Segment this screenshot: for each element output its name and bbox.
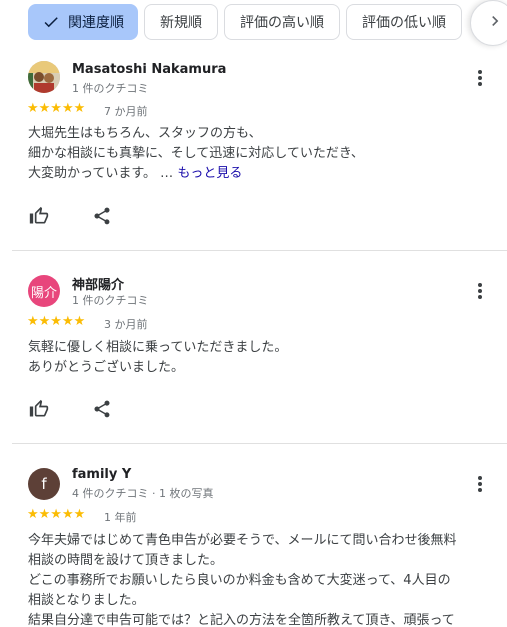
review-text: 今年夫婦ではじめて青色申告が必要そうで、メールにて問い合わせ後無料 相談の時間を… bbox=[28, 531, 498, 627]
review-count: 1 件のクチコミ bbox=[72, 82, 149, 95]
read-more-link[interactable]: もっと見る bbox=[177, 166, 242, 181]
avatar[interactable]: 陽介 bbox=[28, 275, 60, 307]
review-author[interactable]: Masatoshi Nakamura bbox=[72, 62, 226, 77]
review-line: 相談となりました。 bbox=[28, 593, 145, 608]
chevron-right-icon bbox=[485, 11, 505, 35]
chips-next-button[interactable] bbox=[470, 0, 507, 46]
review-line: 細かな相談にも真摯に、そして迅速に対応していただき、 bbox=[28, 146, 364, 161]
star-rating: ★★★★★ bbox=[27, 314, 86, 329]
sort-chip-label: 評価の高い順 bbox=[240, 15, 324, 31]
sort-chip-highest-rating[interactable]: 評価の高い順 bbox=[224, 4, 340, 40]
avatar-initials: 陽介 bbox=[30, 285, 57, 301]
thumbs-up-icon bbox=[29, 206, 49, 230]
review-author[interactable]: 神部陽介 bbox=[72, 274, 124, 293]
review-line: ありがとうございました。 bbox=[28, 360, 185, 375]
more-options-button[interactable] bbox=[470, 68, 490, 88]
share-icon bbox=[92, 206, 112, 230]
check-icon bbox=[42, 13, 60, 31]
share-button[interactable] bbox=[90, 399, 114, 423]
share-icon bbox=[92, 399, 112, 423]
star-rating: ★★★★★ bbox=[27, 101, 86, 116]
review-line: 相談の時間を設けて頂きました。 bbox=[28, 553, 224, 568]
avatar[interactable] bbox=[28, 61, 60, 93]
review-text: 気軽に優しく相談に乗っていただきました。 ありがとうございました。 bbox=[28, 338, 498, 378]
divider bbox=[12, 250, 507, 251]
review-text: 大堀先生はもちろん、スタッフの方も、 細かな相談にも真摯に、そして迅速に対応して… bbox=[28, 124, 498, 184]
review-date: 1 年前 bbox=[104, 511, 137, 524]
like-button[interactable] bbox=[27, 399, 51, 423]
review-line: 結果自分達で申告可能では？と記入の方法を全箇所教えて頂き、頑張って bbox=[28, 613, 455, 627]
sort-chip-label: 新規順 bbox=[160, 15, 202, 31]
more-options-button[interactable] bbox=[470, 474, 490, 494]
sort-chip-relevance[interactable]: 関連度順 bbox=[28, 4, 138, 40]
review-line: 気軽に優しく相談に乗っていただきました。 bbox=[28, 340, 288, 355]
more-options-button[interactable] bbox=[470, 281, 490, 301]
star-rating: ★★★★★ bbox=[27, 507, 86, 522]
review-date: 7 か月前 bbox=[104, 105, 148, 118]
review-count: 1 件のクチコミ bbox=[72, 294, 149, 307]
sort-chip-newest[interactable]: 新規順 bbox=[144, 4, 218, 40]
share-button[interactable] bbox=[90, 206, 114, 230]
review-line: 今年夫婦ではじめて青色申告が必要そうで、メールにて問い合わせ後無料 bbox=[28, 533, 457, 548]
sort-chip-lowest-rating[interactable]: 評価の低い順 bbox=[346, 4, 462, 40]
avatar[interactable]: f bbox=[28, 468, 60, 500]
avatar-initials: f bbox=[41, 475, 47, 493]
thumbs-up-icon bbox=[29, 399, 49, 423]
divider bbox=[12, 443, 507, 444]
review-line: どこの事務所でお願いしたら良いのか料金も含めて大変迷って、4人目の bbox=[28, 573, 451, 588]
review-line: 大変助かっています。 … bbox=[28, 166, 174, 181]
like-button[interactable] bbox=[27, 206, 51, 230]
sort-chip-label: 関連度順 bbox=[68, 15, 124, 31]
sort-chip-label: 評価の低い順 bbox=[362, 15, 446, 31]
review-line: 大堀先生はもちろん、スタッフの方も、 bbox=[28, 126, 262, 141]
sort-chips-bar: 関連度順 新規順 評価の高い順 評価の低い順 bbox=[0, 0, 507, 46]
review-author[interactable]: family Y bbox=[72, 467, 131, 482]
review-date: 3 か月前 bbox=[104, 318, 148, 331]
review-count: 4 件のクチコミ · 1 枚の写真 bbox=[72, 487, 214, 500]
